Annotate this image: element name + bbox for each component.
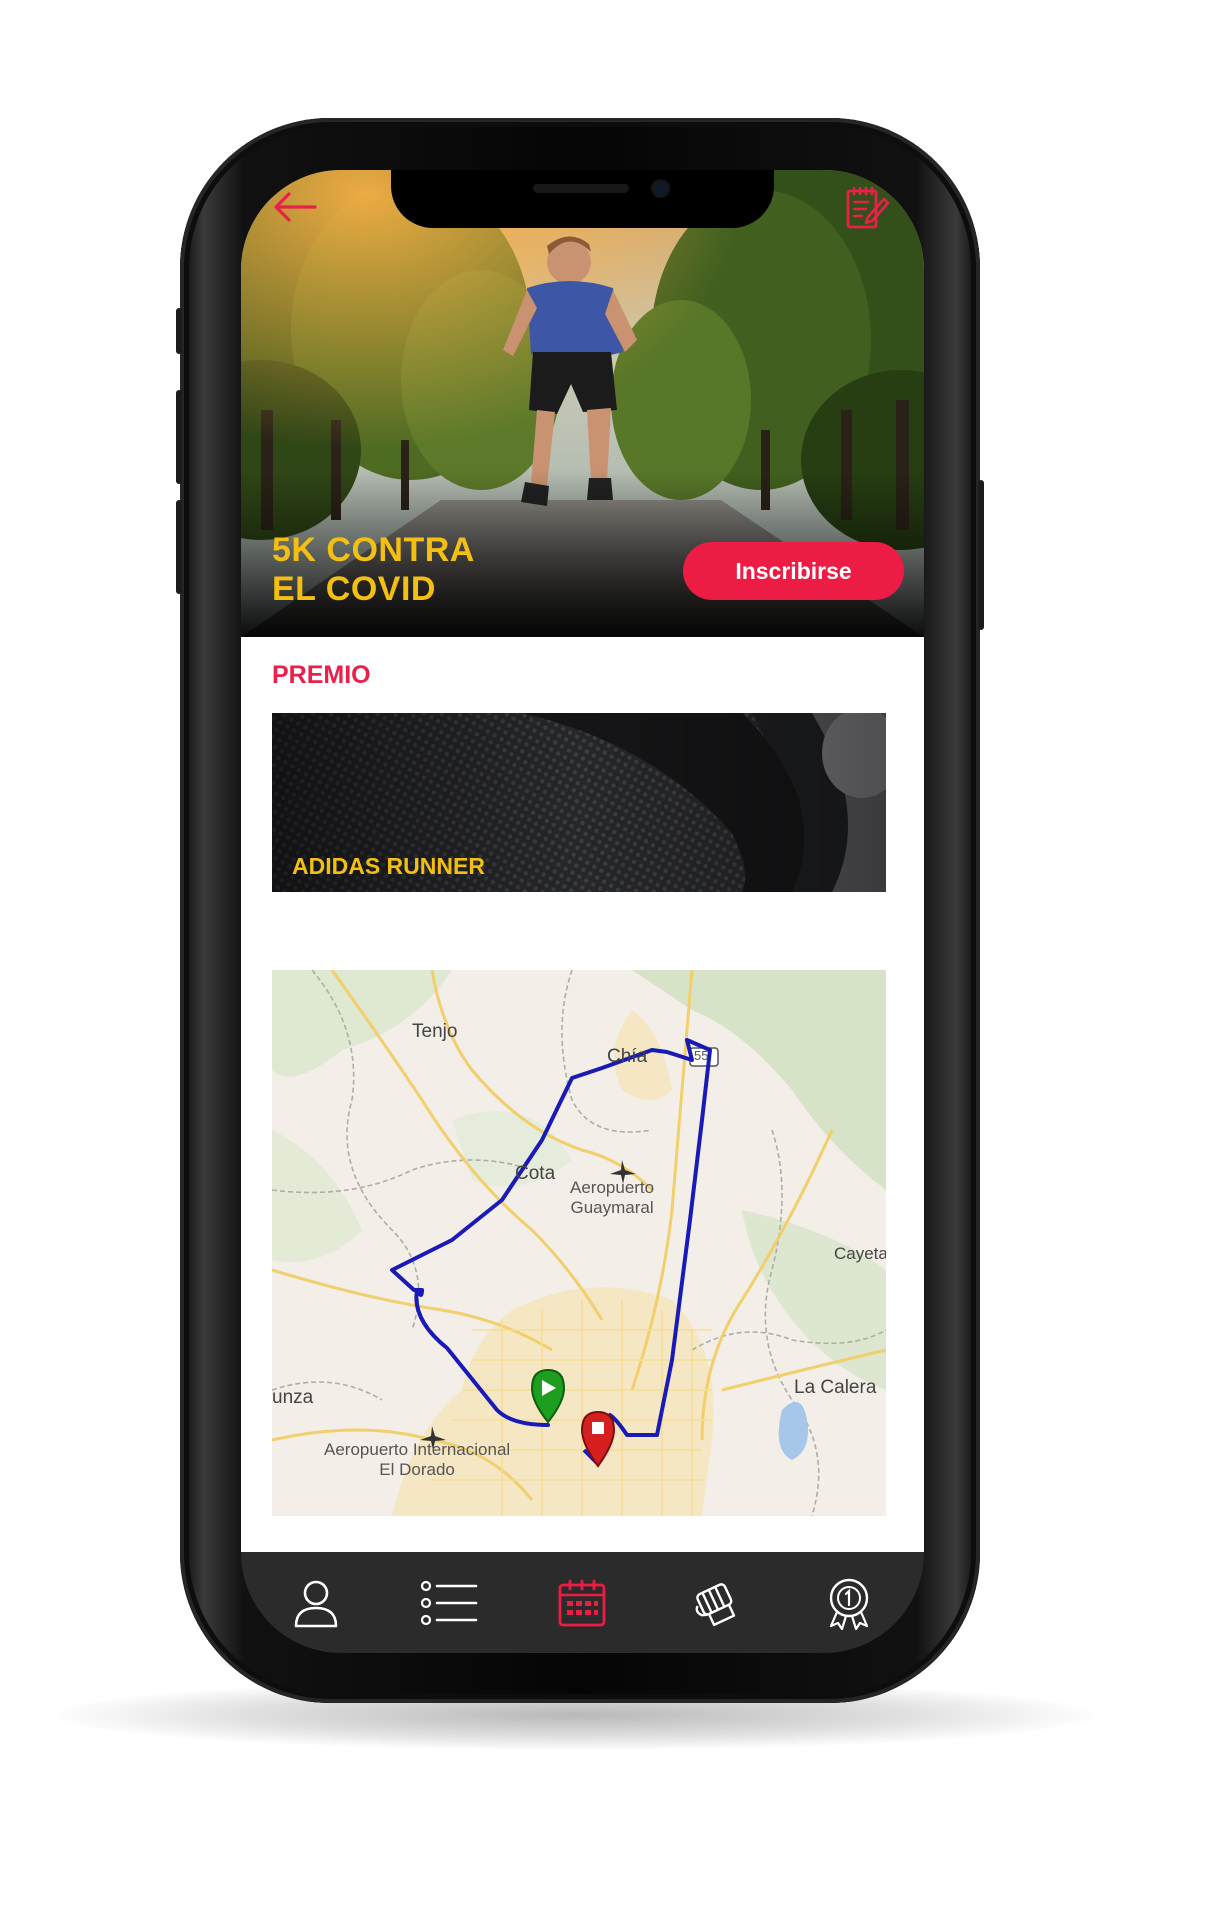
bottom-tab-bar xyxy=(241,1552,924,1653)
phone-volume-up xyxy=(176,390,182,484)
tab-profile[interactable] xyxy=(284,1571,348,1635)
phone-notch xyxy=(391,170,774,228)
event-content: PREMIO ADIDAS RUNNER Tenjo Chía 55 Cota … xyxy=(241,637,924,1552)
clipboard-edit-icon xyxy=(846,186,890,229)
prize-card[interactable]: ADIDAS RUNNER xyxy=(272,713,886,892)
map-canvas xyxy=(272,970,886,1516)
enroll-button[interactable]: Inscribirse xyxy=(683,542,904,600)
map-label-cayeta: Cayeta xyxy=(834,1244,886,1263)
map-label-funza: unza xyxy=(272,1387,314,1408)
register-form-button[interactable] xyxy=(844,185,890,231)
phone-side-button xyxy=(176,308,182,354)
event-title: 5K CONTRA EL COVID xyxy=(272,531,475,608)
list-icon xyxy=(420,1580,478,1625)
prize-name: ADIDAS RUNNER xyxy=(292,853,485,879)
map-label-guaymaral: Aeropuerto Guaymaral xyxy=(570,1178,655,1217)
calendar-icon xyxy=(559,1579,606,1626)
tab-list[interactable] xyxy=(417,1571,481,1635)
phone-volume-down xyxy=(176,500,182,594)
fist-icon xyxy=(695,1582,736,1626)
back-button[interactable] xyxy=(271,188,319,226)
tab-calendar[interactable] xyxy=(550,1571,614,1635)
map-label-eldorado: Aeropuerto Internacional El Dorado xyxy=(324,1440,511,1479)
front-camera xyxy=(653,181,668,196)
map-label-la-calera: La Calera xyxy=(794,1377,877,1398)
event-hero: 5K CONTRA EL COVID Inscribirse xyxy=(241,170,924,637)
route-map[interactable]: Tenjo Chía 55 Cota Aeropuerto Guaymaral … xyxy=(272,970,886,1516)
speaker-grille xyxy=(533,184,629,193)
medal-icon xyxy=(830,1578,869,1630)
prize-section-title: PREMIO xyxy=(272,661,371,689)
map-label-cota: Cota xyxy=(515,1163,556,1184)
arrow-left-icon xyxy=(274,192,317,222)
map-label-chia: Chía xyxy=(607,1046,648,1067)
user-icon xyxy=(294,1580,337,1627)
app-screen: 5K CONTRA EL COVID Inscribirse PREMIO AD… xyxy=(241,170,924,1653)
tab-challenges[interactable] xyxy=(684,1571,748,1635)
map-label-route55: 55 xyxy=(694,1048,709,1063)
phone-power-button xyxy=(978,480,984,630)
map-label-tenjo: Tenjo xyxy=(412,1021,458,1042)
tab-rankings[interactable] xyxy=(817,1571,881,1635)
